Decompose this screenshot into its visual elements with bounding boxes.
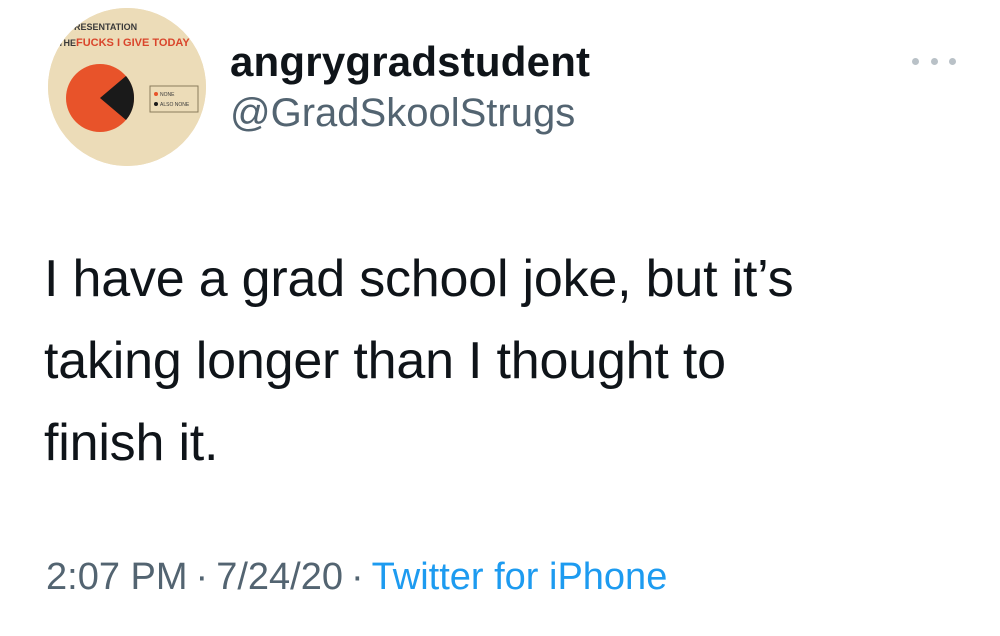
- display-name[interactable]: angrygradstudent: [230, 38, 590, 86]
- user-handle[interactable]: @GradSkoolStrugs: [230, 88, 590, 138]
- avatar-caption-top: RESENTATION: [74, 22, 137, 32]
- tweet-time[interactable]: 2:07 PM: [46, 556, 188, 598]
- meta-separator: ·: [195, 556, 209, 598]
- avatar-legend-1: NONE: [160, 92, 175, 98]
- tweet-source-link[interactable]: Twitter for iPhone: [372, 556, 668, 598]
- tweet-text-line: I have a grad school joke, but it’s: [44, 250, 794, 308]
- meta-separator: ·: [350, 556, 364, 598]
- more-horizontal-icon-dot: [949, 57, 956, 65]
- pie-chart-avatar-icon: RESENTATION THE FUCKS I GIVE TODAY NONE …: [48, 8, 206, 166]
- tweet-text: I have a grad school joke, but it’s taki…: [44, 238, 944, 484]
- tweet-text-line: finish it.: [44, 414, 219, 472]
- more-horizontal-icon-dot: [930, 57, 938, 65]
- tweet-text-line: taking longer than I thought to: [44, 332, 726, 390]
- avatar-caption-the: THE: [58, 38, 76, 48]
- more-options-button[interactable]: [912, 46, 956, 76]
- avatar[interactable]: RESENTATION THE FUCKS I GIVE TODAY NONE …: [48, 8, 206, 166]
- avatar-caption-main: FUCKS I GIVE TODAY: [76, 37, 190, 49]
- avatar-legend-2: ALSO NONE: [160, 102, 190, 108]
- tweet-meta: 2:07 PM · 7/24/20 · Twitter for iPhone: [46, 552, 667, 602]
- tweet-date[interactable]: 7/24/20: [216, 556, 343, 598]
- author-block[interactable]: angrygradstudent @GradSkoolStrugs: [230, 38, 590, 138]
- tweet-card: RESENTATION THE FUCKS I GIVE TODAY NONE …: [0, 0, 1000, 636]
- more-horizontal-icon: [912, 57, 919, 65]
